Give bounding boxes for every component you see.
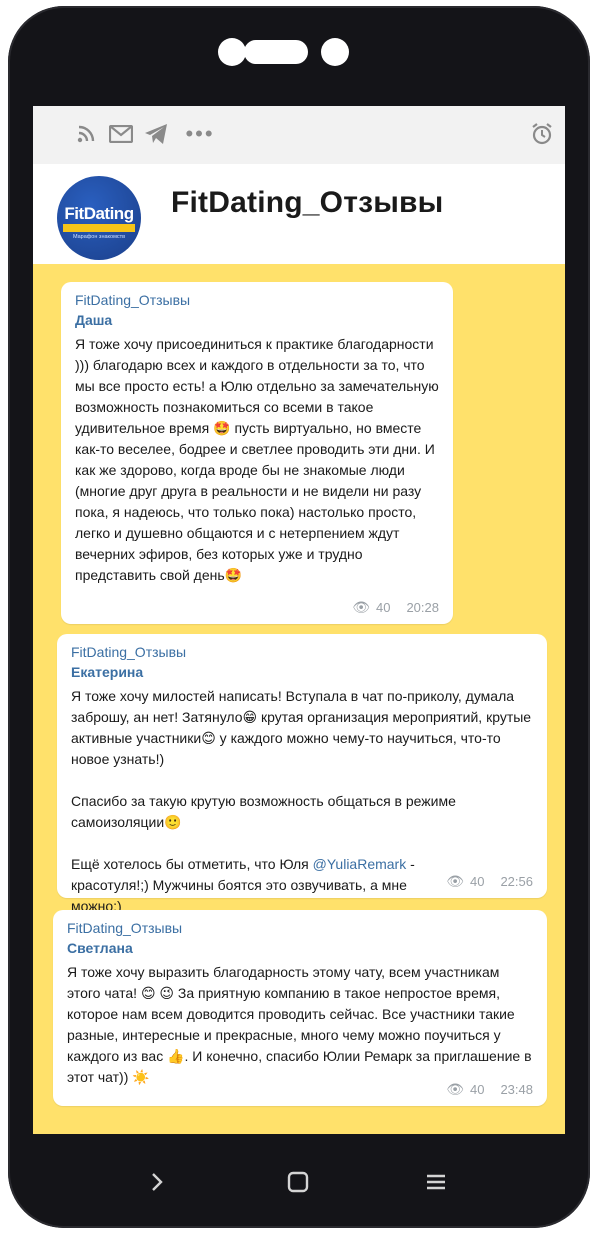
- message-time: 20:28: [406, 600, 439, 615]
- views-icon: 👁: [352, 599, 370, 615]
- message-text: Я тоже хочу присоединиться к практике бл…: [75, 336, 443, 583]
- back-icon[interactable]: [149, 1170, 165, 1201]
- channel-title[interactable]: FitDating_Отзывы: [171, 186, 443, 220]
- forwarded-from[interactable]: FitDating_Отзывы: [71, 644, 533, 660]
- message-author[interactable]: Даша: [75, 312, 439, 328]
- views-icon: 👁: [446, 1081, 464, 1097]
- message-text-before-mention: Ещё хотелось бы отметить, что Юля: [71, 856, 313, 872]
- more-icon[interactable]: •••: [185, 121, 215, 146]
- home-icon[interactable]: [287, 1170, 309, 1201]
- mail-icon[interactable]: [108, 122, 134, 146]
- app-screen: ••• FitDating Марафон знакомств FitDatin…: [33, 106, 565, 1134]
- views-icon: 👁: [446, 873, 464, 889]
- channel-avatar[interactable]: FitDating Марафон знакомств: [57, 176, 141, 260]
- message-time: 23:48: [500, 1082, 533, 1097]
- message-bubble[interactable]: FitDating_Отзывы Даша Я тоже хочу присое…: [61, 282, 453, 624]
- earpiece-speaker: [244, 40, 308, 64]
- logo-subtitle: Марафон знакомств: [72, 234, 126, 240]
- views-count: 40: [469, 874, 485, 889]
- forwarded-from[interactable]: FitDating_Отзывы: [75, 292, 439, 308]
- user-mention-link[interactable]: @YuliaRemark: [313, 856, 407, 872]
- chat-area[interactable]: FitDating_Отзывы Даша Я тоже хочу присое…: [33, 264, 565, 1134]
- front-sensor: [321, 38, 349, 66]
- message-text: Я тоже хочу выразить благодарность этому…: [67, 964, 536, 1085]
- forwarded-from[interactable]: FitDating_Отзывы: [67, 920, 533, 936]
- rss-icon[interactable]: [75, 122, 97, 146]
- telegram-icon[interactable]: [143, 122, 169, 146]
- message-meta: 👁 40 23:48: [446, 1081, 533, 1098]
- message-bubble[interactable]: FitDating_Отзывы Екатерина Я тоже хочу м…: [57, 634, 547, 914]
- logo-band: [63, 224, 135, 232]
- message-bubble[interactable]: FitDating_Отзывы Светлана Я тоже хочу вы…: [53, 910, 547, 1106]
- logo-text: FitDating: [64, 204, 134, 223]
- message-time: 22:56: [500, 874, 533, 889]
- message-text-part-1: Я тоже хочу милостей написать! Вступала …: [71, 688, 535, 767]
- front-camera: [218, 38, 246, 66]
- message-text-part-2: Спасибо за такую крутую возможность обща…: [71, 793, 460, 830]
- top-toolbar: •••: [33, 106, 565, 165]
- views-count: 40: [375, 600, 391, 615]
- alarm-icon[interactable]: [529, 122, 555, 146]
- views-count: 40: [469, 1082, 485, 1097]
- menu-icon[interactable]: [425, 1170, 447, 1201]
- message-meta: 👁 40 20:28: [352, 599, 439, 616]
- message-author[interactable]: Екатерина: [71, 664, 533, 680]
- system-navbar: [33, 1150, 565, 1220]
- message-author[interactable]: Светлана: [67, 940, 533, 956]
- channel-header: FitDating Марафон знакомств FitDating_От…: [33, 164, 565, 264]
- message-meta: 👁 40 22:56: [446, 873, 533, 890]
